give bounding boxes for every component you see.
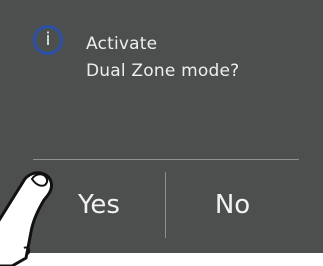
info-icon: i [33,25,63,55]
horizontal-divider [33,159,299,160]
dialog-message: Activate Dual Zone mode? [86,31,239,85]
yes-button[interactable]: Yes [33,172,165,238]
no-button[interactable]: No [166,172,299,238]
no-button-label: No [214,190,251,220]
info-icon-glyph: i [45,29,51,50]
dialog-message-line-1: Activate [86,34,158,54]
confirmation-dialog: i Activate Dual Zone mode? Yes No [0,0,323,253]
dialog-message-line-2: Dual Zone mode? [86,61,240,81]
yes-button-label: Yes [78,190,120,220]
